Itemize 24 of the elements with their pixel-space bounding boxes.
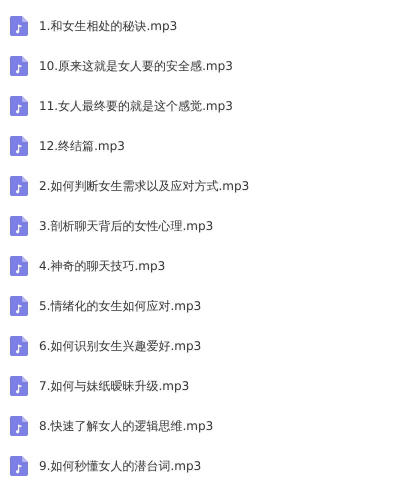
file-name[interactable]: 11.女人最终要的就是这个感觉.mp3 <box>39 97 233 115</box>
file-name[interactable]: 5.情绪化的女生如何应对.mp3 <box>39 297 202 315</box>
music-file-icon <box>10 456 28 476</box>
music-file-icon <box>10 256 28 276</box>
music-file-icon <box>10 176 28 196</box>
file-name[interactable]: 10.原来这就是女人要的安全感.mp3 <box>39 57 233 75</box>
music-file-icon <box>10 216 28 236</box>
music-file-icon <box>10 376 28 396</box>
file-name[interactable]: 4.神奇的聊天技巧.mp3 <box>39 257 166 275</box>
music-file-icon <box>10 296 28 316</box>
file-name[interactable]: 9.如何秒懂女人的潜台词.mp3 <box>39 457 202 475</box>
file-name[interactable]: 12.终结篇.mp3 <box>39 137 125 155</box>
music-file-icon <box>10 56 28 76</box>
file-name[interactable]: 3.剖析聊天背后的女性心理.mp3 <box>39 217 214 235</box>
music-file-icon <box>10 16 28 36</box>
music-file-icon <box>10 96 28 116</box>
music-file-icon <box>10 416 28 436</box>
file-name[interactable]: 7.如何与妹纸暧昧升级.mp3 <box>39 377 190 395</box>
file-name[interactable]: 6.如何识别女生兴趣爱好.mp3 <box>39 337 202 355</box>
music-file-icon <box>10 136 28 156</box>
file-name[interactable]: 1.和女生相处的秘诀.mp3 <box>39 17 178 35</box>
file-name[interactable]: 8.快速了解女人的逻辑思维.mp3 <box>39 417 214 435</box>
file-name[interactable]: 2.如何判断女生需求以及应对方式.mp3 <box>39 177 250 195</box>
music-file-icon <box>10 336 28 356</box>
